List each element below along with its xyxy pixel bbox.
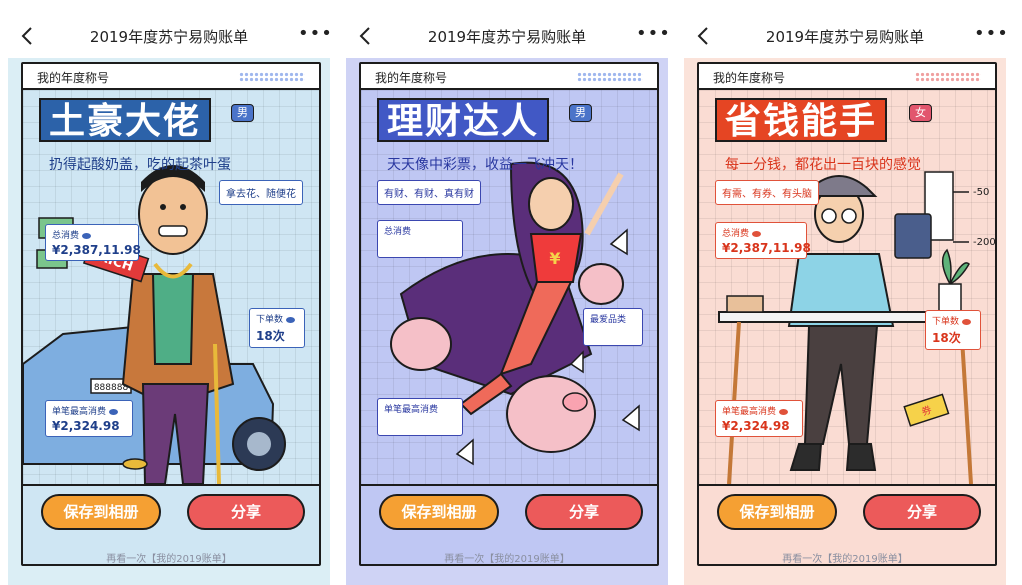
share-button[interactable]: 分享	[863, 494, 981, 530]
receipt-mark-2: -200	[973, 237, 996, 248]
stat-total-spend: 总消费 ¥2,387,11.98	[715, 222, 811, 259]
title-subtitle: 天天像中彩票，收益一飞冲天！	[387, 157, 583, 173]
stage: ¥ 我的年度称号 理财达人 男 天天像中彩票，收益一飞冲天！ 有财、有财、真有财…	[346, 58, 668, 585]
annual-title: 省钱能手	[715, 98, 888, 142]
nav-bar: 2019年度苏宁易购账单 •••	[8, 14, 332, 58]
eye-icon[interactable]	[752, 230, 762, 237]
svg-text:¥: ¥	[549, 249, 560, 268]
annual-title: 理财达人	[377, 98, 550, 142]
receipt-mark-1: -50	[973, 187, 989, 198]
stat-order-count: 下单数 18次	[249, 308, 305, 348]
annual-title: 土豪大佬	[39, 98, 212, 142]
card-header-label: 我的年度称号	[37, 71, 110, 85]
stat-total-spend: 总消费 ¥2,387,11.98	[45, 224, 141, 261]
stat-max-single-spend: 单笔最高消费	[377, 398, 463, 436]
title-card: -50 -200 券 我的年度称号 省钱能手 女 每一分钱，都花出一百块的感觉 …	[697, 62, 997, 566]
tag-label: 拿去花、随便花	[219, 180, 303, 205]
card-header: 我的年度称号	[361, 64, 657, 90]
title-subtitle: 每一分钱，都花出一百块的感觉	[725, 157, 921, 173]
male-icon: 男	[231, 104, 254, 122]
dots-decoration	[577, 72, 643, 82]
review-bill-link[interactable]: 再看一次【我的2019账单】	[684, 550, 1006, 565]
nav-title: 2019年度苏宁易购账单	[89, 28, 249, 46]
stage: -50 -200 券 我的年度称号 省钱能手 女 每一分钱，都花出一百块的感觉 …	[684, 58, 1006, 585]
save-to-album-button[interactable]: 保存到相册	[379, 494, 499, 530]
stat-total-spend: 总消费	[377, 220, 463, 258]
save-to-album-button[interactable]: 保存到相册	[41, 494, 161, 530]
review-bill-link[interactable]: 再看一次【我的2019账单】	[346, 550, 668, 565]
stat-max-single-spend: 单笔最高消费 ¥2,324.98	[45, 400, 133, 437]
review-bill-link[interactable]: 再看一次【我的2019账单】	[8, 550, 330, 565]
more-dots-icon[interactable]: •••	[636, 22, 670, 46]
eye-icon[interactable]	[82, 232, 92, 239]
eye-icon[interactable]	[109, 408, 119, 415]
card-header: 我的年度称号	[699, 64, 995, 90]
tag-label: 有需、有券、有头脑	[715, 180, 819, 205]
phone-panel-shengqian: 2019年度苏宁易购账单 ••• -50 -200 券 我的年度称号 省钱能手 …	[684, 0, 1008, 585]
share-button[interactable]: 分享	[187, 494, 305, 530]
tag-label: 有财、有财、真有财	[377, 180, 481, 205]
nav-title: 2019年度苏宁易购账单	[427, 28, 587, 46]
save-to-album-button[interactable]: 保存到相册	[717, 494, 837, 530]
more-dots-icon[interactable]: •••	[298, 22, 332, 46]
title-card: 888888 RICH 我的年度称号 土豪大佬 男 扔得起酸奶盖，吃的起茶叶蛋 …	[21, 62, 321, 566]
stat-order-count: 下单数 18次	[925, 310, 981, 350]
title-card: ¥ 我的年度称号 理财达人 男 天天像中彩票，收益一飞冲天！ 有财、有财、真有财…	[359, 62, 659, 566]
dots-decoration	[915, 72, 981, 82]
nav-title: 2019年度苏宁易购账单	[765, 28, 925, 46]
eye-icon[interactable]	[779, 408, 789, 415]
phone-panel-tuhao: 2019年度苏宁易购账单 ••• 888888 RICH 我的年度称号 土豪大佬…	[8, 0, 332, 585]
phone-panel-licai: 2019年度苏宁易购账单 ••• ¥ 我的年度称号 理财达人 男 天天像中彩票，…	[346, 0, 670, 585]
more-dots-icon[interactable]: •••	[974, 22, 1008, 46]
stat-favorite-category: 最爱品类	[583, 308, 643, 346]
card-header: 我的年度称号	[23, 64, 319, 90]
male-icon: 男	[569, 104, 592, 122]
dots-decoration	[239, 72, 305, 82]
nav-bar: 2019年度苏宁易购账单 •••	[684, 14, 1008, 58]
card-header-label: 我的年度称号	[375, 71, 448, 85]
nav-bar: 2019年度苏宁易购账单 •••	[346, 14, 670, 58]
share-button[interactable]: 分享	[525, 494, 643, 530]
title-subtitle: 扔得起酸奶盖，吃的起茶叶蛋	[49, 157, 231, 173]
eye-icon[interactable]	[286, 316, 296, 323]
female-icon: 女	[909, 104, 932, 122]
card-header-label: 我的年度称号	[713, 71, 786, 85]
stage: 888888 RICH 我的年度称号 土豪大佬 男 扔得起酸奶盖，吃的起茶叶蛋 …	[8, 58, 330, 585]
stat-max-single-spend: 单笔最高消费 ¥2,324.98	[715, 400, 803, 437]
eye-icon[interactable]	[962, 318, 972, 325]
